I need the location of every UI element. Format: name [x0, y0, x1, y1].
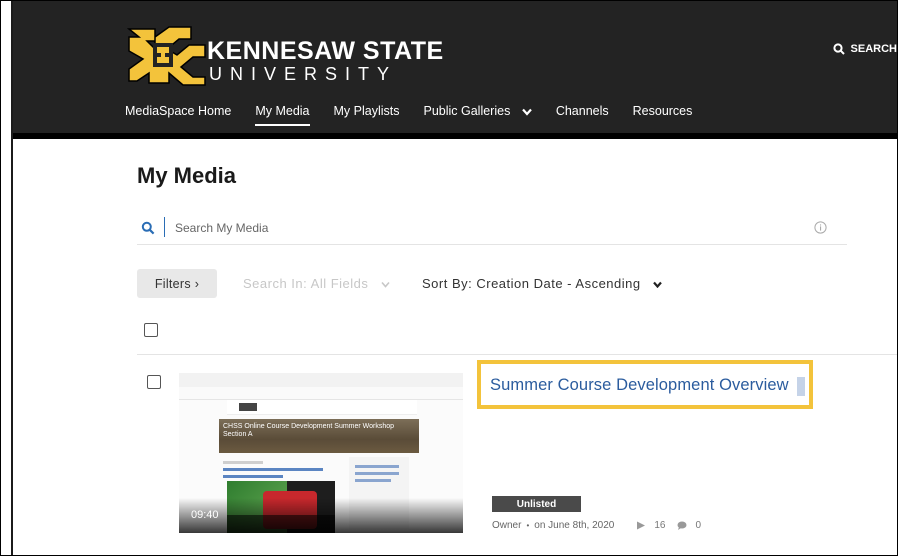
main-nav: MediaSpace Home My Media My Playlists Pu… [125, 104, 716, 126]
nav-item-my-playlists[interactable]: My Playlists [334, 104, 400, 118]
search-input[interactable] [173, 217, 725, 239]
nav-item-channels[interactable]: Channels [556, 104, 609, 118]
nav-item-public-galleries[interactable]: Public Galleries [423, 104, 532, 118]
play-icon [637, 521, 646, 530]
entry-checkbox[interactable] [147, 375, 161, 389]
select-all-checkbox[interactable] [144, 323, 158, 337]
header-search-link[interactable]: SEARCH [832, 43, 897, 55]
duration-label: 09:40 [191, 509, 219, 521]
text-selection-highlight [797, 377, 805, 396]
brand-subtitle: UNIVERSITY [209, 64, 398, 84]
comments-count: 0 [695, 520, 702, 531]
sort-by-label: Sort By: Creation Date - Ascending [422, 276, 641, 291]
owner-label: Owner [492, 520, 522, 531]
search-icon[interactable] [141, 221, 155, 235]
thumbnail-browser-tabs [179, 373, 463, 388]
search-caret [164, 217, 165, 237]
comments-stat: 0 [677, 520, 701, 531]
thumbnail-address-bar [179, 387, 463, 400]
nav-item-my-media[interactable]: My Media [255, 104, 310, 126]
thumbnail-banner-text: CHSS Online Course Development Summer Wo… [223, 423, 395, 438]
nav-item-public-galleries-label: Public Galleries [423, 104, 511, 118]
comment-icon [677, 521, 687, 530]
header-divider [13, 133, 897, 139]
separator-dot: • [526, 521, 530, 530]
duration-overlay [179, 498, 463, 533]
search-in-label: Search In: All Fields [243, 276, 369, 291]
page-title: My Media [137, 163, 237, 188]
nav-item-mediaspace-home[interactable]: MediaSpace Home [125, 104, 231, 118]
chevron-down-icon [380, 276, 390, 291]
search-in-dropdown[interactable]: Search In: All Fields [243, 276, 390, 291]
brand-name: KENNESAW STATE [207, 37, 444, 65]
status-badge: Unlisted [492, 496, 581, 512]
entry-meta: Owner • on June 8th, 2020 16 0 [492, 520, 701, 531]
media-search-bar [137, 211, 847, 245]
header-search-label: SEARCH [850, 43, 897, 55]
thumbnail-sidebar-line [355, 479, 391, 482]
plays-stat: 16 [636, 520, 665, 531]
nav-item-resources[interactable]: Resources [633, 104, 693, 118]
ksu-logo-icon[interactable] [125, 23, 209, 87]
browser-frame: KENNESAW STATE UNIVERSITY SEARCH MediaSp… [0, 0, 898, 556]
left-edge [1, 1, 13, 555]
entry-title-link[interactable]: Summer Course Development Overview [490, 376, 789, 395]
filters-button[interactable]: Filters › [137, 269, 217, 298]
chevron-down-icon [521, 104, 532, 118]
search-icon [832, 43, 845, 55]
sort-by-dropdown[interactable]: Sort By: Creation Date - Ascending [422, 276, 662, 291]
chevron-down-icon [652, 276, 662, 291]
thumbnail-sidebar-line [355, 472, 399, 475]
thumbnail-content-lines [223, 461, 333, 482]
entry-date: on June 8th, 2020 [534, 520, 615, 531]
thumbnail-logo [239, 403, 257, 411]
thumbnail-sidebar-line [355, 465, 399, 468]
list-divider [137, 354, 897, 355]
plays-count: 16 [654, 520, 666, 531]
info-icon[interactable] [814, 221, 827, 234]
